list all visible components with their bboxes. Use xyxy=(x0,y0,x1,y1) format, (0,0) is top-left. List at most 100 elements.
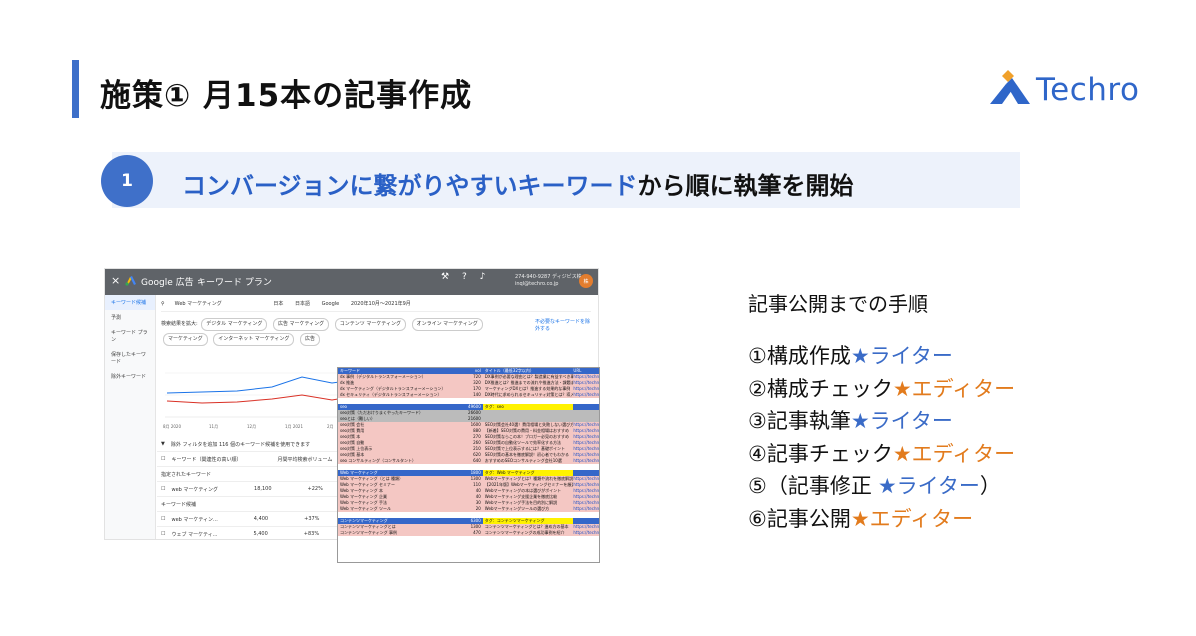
chip[interactable]: マーケティング xyxy=(163,333,208,346)
process-step: ③記事執筆★ライター xyxy=(748,405,953,435)
step-number-badge: 1 xyxy=(101,155,153,207)
chart-tick: 1月 2021 xyxy=(285,424,303,429)
sidebar-item-keyword-plan[interactable]: キーワード プラン xyxy=(105,325,155,347)
step-text: ⑥記事公開 xyxy=(748,506,851,531)
row-change: +83% xyxy=(303,531,320,537)
row-checkbox[interactable]: ☐ xyxy=(161,516,165,522)
step-role: ★エディター xyxy=(850,506,974,531)
bell-icon[interactable]: ♪ xyxy=(480,272,486,282)
sidebar-item-negative-keywords[interactable]: 除外キーワード xyxy=(105,369,155,384)
account-info: 274-940-9287 ディジビス株 inql@techro.co.jp xyxy=(515,274,582,288)
chip[interactable]: コンテンツ マーケティング xyxy=(334,318,406,331)
row-checkbox[interactable]: ☐ xyxy=(161,531,165,537)
select-all-checkbox[interactable]: ☐ xyxy=(161,456,165,462)
google-ads-icon xyxy=(125,276,136,286)
row-volume: 18,100 xyxy=(254,486,272,492)
row-keyword: web マーケティン... xyxy=(171,516,218,523)
chip[interactable]: デジタル マーケティング xyxy=(201,318,268,331)
step-text: ①構成作成 xyxy=(748,344,851,368)
row-change: +22% xyxy=(307,486,323,492)
chip[interactable]: 広告 マーケティング xyxy=(272,318,330,331)
step-text: ②構成チェック xyxy=(748,376,893,401)
sidebar-item-keyword-ideas[interactable]: キーワード候補 xyxy=(105,295,155,310)
table-row[interactable]: ☐ web マーケティン... 4,400 +37% xyxy=(157,512,357,527)
headline-text-black: から順に執筆を開始 xyxy=(637,172,854,200)
ads-sidebar: キーワード候補 予測 キーワード プラン 保存したキーワード 除外キーワード xyxy=(105,295,156,539)
title-accent-bar xyxy=(72,60,79,118)
column-keyword[interactable]: キーワード（関連性の高い順） xyxy=(171,456,241,463)
headline-text: コンバージョンに繋がりやすいキーワードから順に執筆を開始 xyxy=(182,166,854,201)
step-role: ★エディター xyxy=(892,441,1016,466)
step-role: ★ライター xyxy=(877,474,980,498)
sheet-cell: コンテンツマーケティング 事例 xyxy=(340,530,397,535)
date-range[interactable]: 2020年10月〜2021年9月 xyxy=(351,300,411,307)
row-checkbox[interactable]: ☐ xyxy=(161,486,165,492)
keyword-spreadsheet: キーワード vol タイトル（最低32字以内） URL dx 事例（デジタルトラ… xyxy=(337,367,600,563)
row-keyword: ウェブ マーケティ... xyxy=(171,531,218,538)
step-text: ③記事執筆 xyxy=(748,409,851,433)
refine-chips: 検索結果を拡大: デジタル マーケティング 広告 マーケティング コンテンツ マ… xyxy=(161,317,521,347)
toolbar-icons: ⚒ ? ♪ xyxy=(441,272,485,282)
table-row[interactable]: ☐ web マーケティング 18,100 +22% xyxy=(157,482,357,497)
sidebar-item-forecast[interactable]: 予測 xyxy=(105,310,155,325)
row-volume: 4,400 xyxy=(253,516,269,522)
account-email: inql@techro.co.jp xyxy=(515,281,559,287)
techro-logo: Techro xyxy=(988,70,1158,110)
row-volume: 5,400 xyxy=(253,531,268,537)
group-label: 指定されたキーワード xyxy=(157,467,357,482)
process-title: 記事公開までの手順 xyxy=(748,292,928,316)
techro-logo-mark-icon xyxy=(990,70,1030,104)
filter-row: ▼ 除外 フィルタを追加 116 個のキーワード候補を使用できます xyxy=(157,437,357,452)
chip[interactable]: オンライン マーケティング xyxy=(411,318,483,331)
sidebar-item-saved-keywords[interactable]: 保存したキーワード xyxy=(105,347,155,369)
process-step: ⑥記事公開★エディター xyxy=(748,503,973,533)
ads-top-bar: × Google 広告 キーワード プラン ⚒ ? ♪ 274-940-9287… xyxy=(105,269,598,295)
filter-text[interactable]: 除外 フィルタを追加 116 個のキーワード候補を使用できます xyxy=(171,441,310,448)
filter-icon[interactable]: ▼ xyxy=(161,441,165,447)
group-label: キーワード候補 xyxy=(157,497,357,512)
process-step: ⑤（記事修正 ★ライター） xyxy=(748,470,1001,500)
location-setting[interactable]: 日本 xyxy=(273,300,283,307)
avatar[interactable]: 株 xyxy=(579,274,593,288)
column-volume[interactable]: 月間平均検索ボリューム xyxy=(278,456,333,463)
chips-label: 検索結果を拡大: xyxy=(161,321,198,327)
chart-tick: 8月 2020 xyxy=(163,424,181,429)
sheet-cell: 470 xyxy=(473,530,481,535)
logo-text: Techro xyxy=(1036,72,1140,108)
sheet-body: dx 事例（デジタルトランスフォーメーション） 720 DX事例が必要な理由とは？製… xyxy=(338,374,599,536)
page-title: 施策① 月15本の記事作成 xyxy=(100,78,473,114)
wrench-icon[interactable]: ⚒ xyxy=(441,272,449,282)
network-setting[interactable]: Google xyxy=(322,301,340,307)
step-text: ⑤（記事修正 xyxy=(748,474,872,498)
step-text: ④記事チェック xyxy=(748,441,893,466)
product-name: Google 広告 xyxy=(141,278,194,288)
account-id: 274-940-9287 ディジビス株 xyxy=(515,274,582,280)
exclude-keywords-link[interactable]: 不必要なキーワードを除外する xyxy=(535,319,591,333)
sheet-row: コンテンツマーケティング 事例 470 コンテンツマーケティングの成功事例を紹介 ht… xyxy=(338,530,599,536)
step-role: ★エディター xyxy=(892,376,1016,401)
process-step: ①構成作成★ライター xyxy=(748,340,953,370)
chip[interactable]: インターネット マーケティング xyxy=(213,333,295,346)
chart-tick: 2月 xyxy=(327,424,334,429)
chart-tick: 11月 xyxy=(209,424,218,429)
search-term[interactable]: Web マーケティング xyxy=(175,300,222,307)
sheet-cell: コンテンツマーケティングの成功事例を紹介 xyxy=(484,530,565,535)
table-header: ☐ キーワード（関連性の高い順） 月間平均検索ボリューム xyxy=(157,452,357,467)
sheet-cell: https://techro.co xyxy=(573,530,599,535)
step-role: ★ライター xyxy=(850,409,953,433)
headline-text-blue: コンバージョンに繋がりやすいキーワード xyxy=(182,172,638,200)
search-settings-row: ⚲ Web マーケティング 日本 日本語 Google 2020年10月〜2021… xyxy=(161,297,591,312)
keyword-table: ▼ 除外 フィルタを追加 116 個のキーワード候補を使用できます ☐ キーワード（… xyxy=(157,437,357,539)
step-role: ★ライター xyxy=(850,344,953,368)
help-icon[interactable]: ? xyxy=(462,272,467,282)
table-row[interactable]: ☐ ウェブ マーケティ... 5,400 +83% xyxy=(157,527,357,539)
chart-tick: 12月 xyxy=(247,424,256,429)
close-icon[interactable]: × xyxy=(111,274,120,287)
process-step: ④記事チェック★エディター xyxy=(748,438,1015,468)
tool-name: キーワード プラン xyxy=(197,278,272,288)
search-icon: ⚲ xyxy=(161,301,165,307)
chip[interactable]: 広告 xyxy=(300,333,321,346)
row-keyword: web マーケティング xyxy=(171,486,219,493)
language-setting[interactable]: 日本語 xyxy=(295,300,310,307)
row-change: +37% xyxy=(304,516,320,522)
